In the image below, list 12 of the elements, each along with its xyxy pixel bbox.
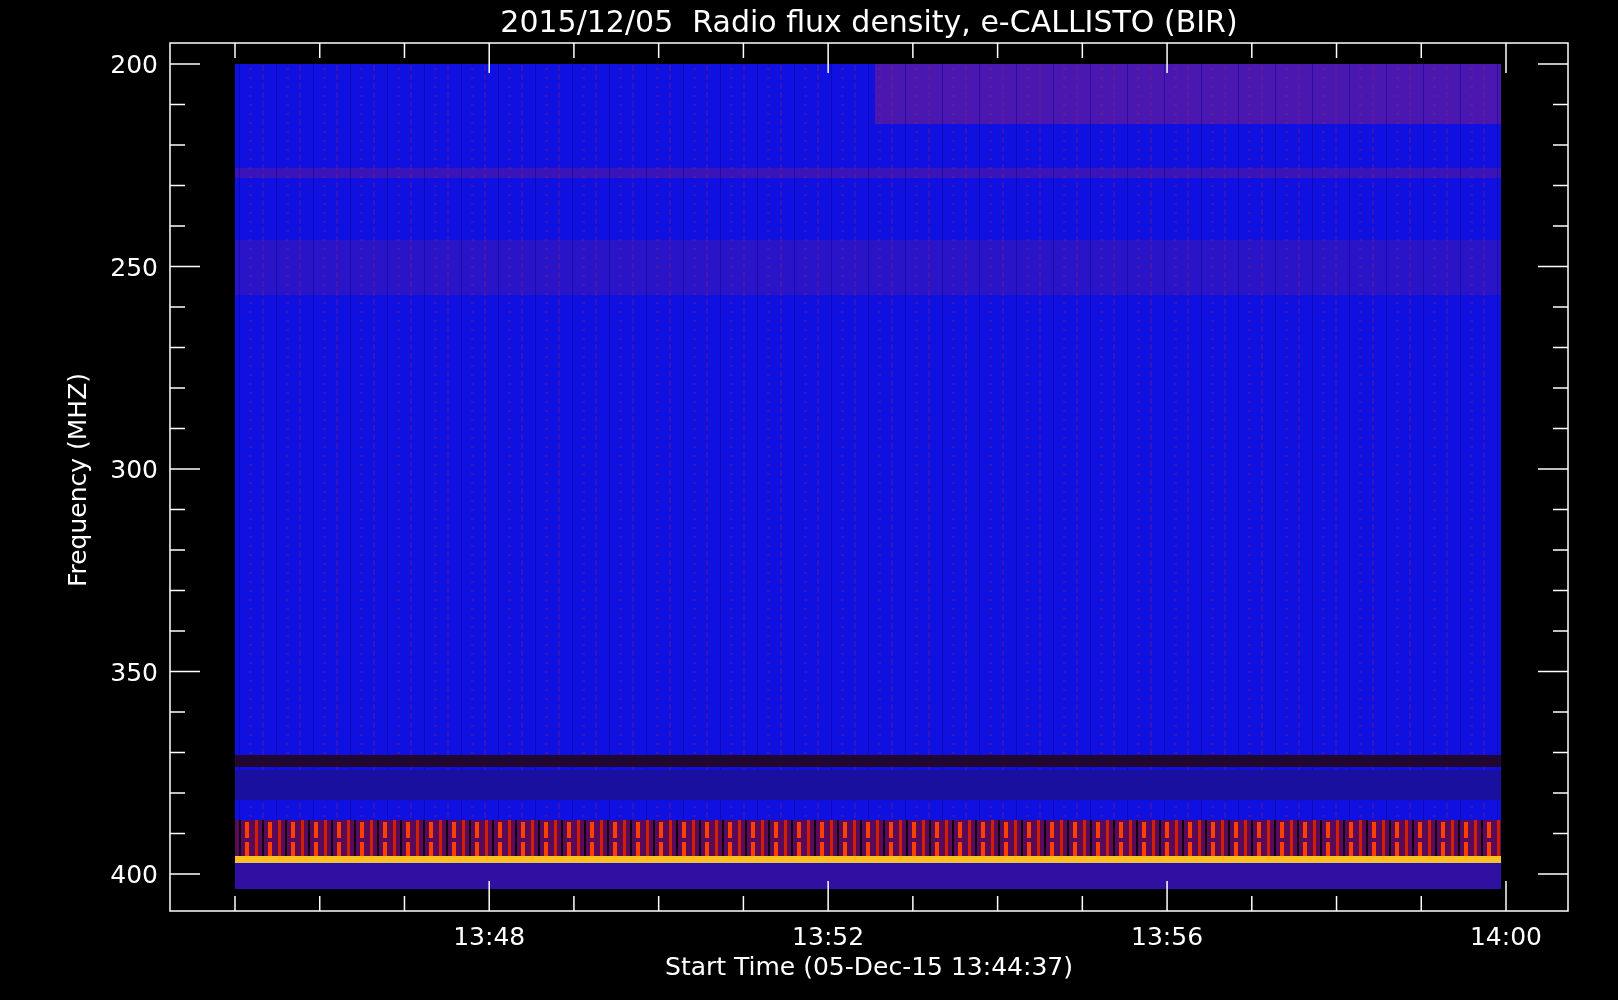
x-tick-label: 14:00 xyxy=(1470,922,1542,951)
y-axis-label: Frequency (MHZ) xyxy=(63,372,92,588)
chart-title: 2015/12/05 Radio flux density, e-CALLISTO (BIR) xyxy=(500,4,1238,39)
y-tick-label: 250 xyxy=(110,252,158,282)
x-tick-label: 13:48 xyxy=(453,922,526,951)
y-tick-label: 300 xyxy=(110,455,158,484)
y-tick-label: 350 xyxy=(110,657,158,687)
x-tick-label: 13:56 xyxy=(1131,922,1204,951)
x-tick-label: 13:52 xyxy=(792,922,865,951)
y-tick-label: 400 xyxy=(110,860,158,889)
y-tick-label: 200 xyxy=(110,50,158,79)
x-axis-label: Start Time (05-Dec-15 13:44:37) xyxy=(665,952,1073,981)
